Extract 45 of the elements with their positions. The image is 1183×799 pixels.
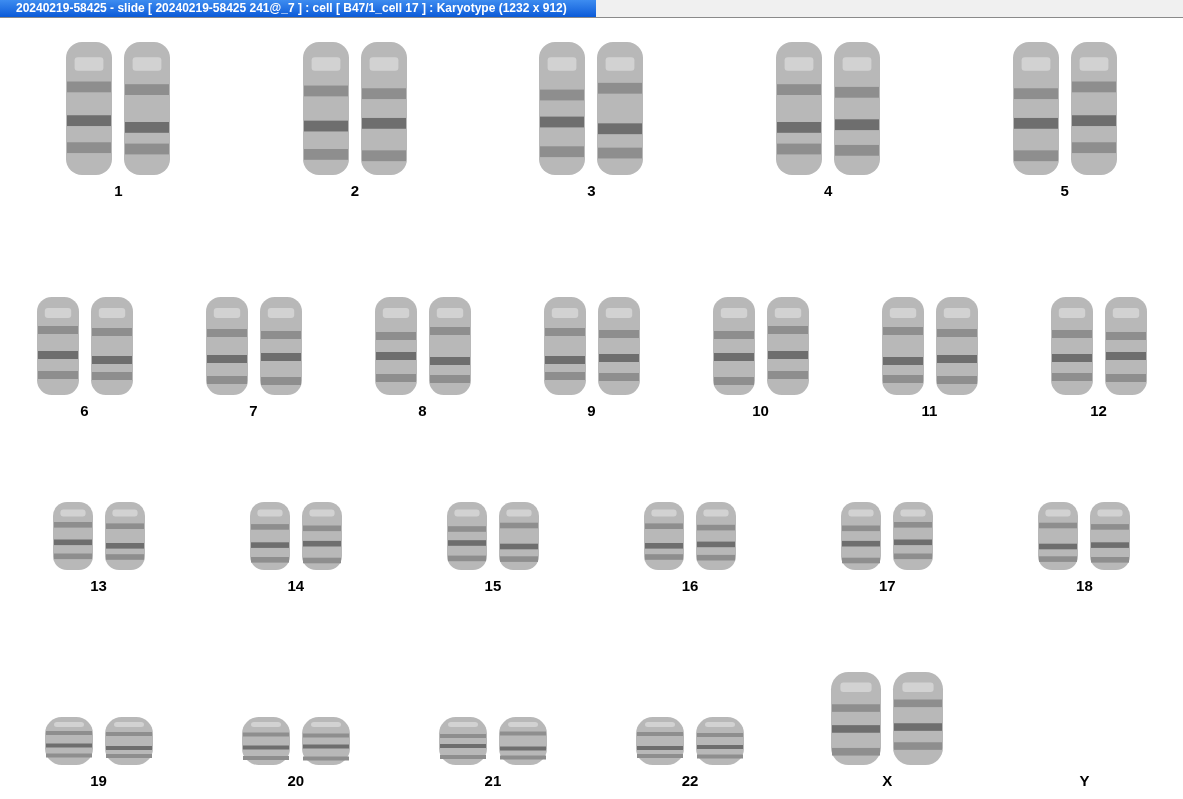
chromosome-label: 14 — [287, 577, 305, 595]
chromosome-drawing — [248, 501, 291, 571]
chromosome-drawing — [43, 716, 94, 766]
chromosome-label: X — [882, 772, 893, 790]
chromosome-drawing — [695, 501, 738, 571]
chromosome-drawing — [497, 716, 548, 766]
chromosome-label: 13 — [90, 577, 107, 595]
chromosome-label: 12 — [1090, 402, 1107, 420]
chromosome-drawing — [635, 716, 686, 766]
chromosome-drawing — [1089, 501, 1132, 571]
chromosome-label: 11 — [921, 402, 938, 420]
chromosome-label: 10 — [752, 402, 769, 420]
chromosome-drawing — [437, 716, 488, 766]
chromosome-label: 4 — [823, 182, 833, 200]
window-title: 20240219-58425 - slide [ 20240219-58425 241@_7 ] : cell [ B47/1_cell 17 ] : Karyotype (1232 x 912) — [0, 0, 596, 17]
chromosome-drawing — [103, 501, 146, 571]
chromosome-drawing — [1037, 501, 1080, 571]
chromosome-label: 8 — [418, 402, 427, 420]
chromosome-label: 15 — [484, 577, 502, 595]
chromosome-drawing — [300, 716, 351, 766]
chromosome-label: 20 — [287, 772, 305, 790]
chromosome-label: 17 — [878, 577, 896, 595]
chromosome-label: 21 — [484, 772, 502, 790]
chromosome-label: 22 — [681, 772, 699, 790]
chromosome-drawing — [445, 501, 488, 571]
chromosome-drawing — [497, 501, 540, 571]
chromosome-label: 9 — [587, 402, 596, 420]
chromosome-label: 5 — [1060, 182, 1069, 200]
chromosome-label: 19 — [90, 772, 107, 790]
chromosome-label: 1 — [114, 182, 123, 200]
chromosome-label: 2 — [350, 182, 360, 200]
chromosome-label: 16 — [681, 577, 699, 595]
chromosome-drawing — [643, 501, 686, 571]
chromosome-drawing — [892, 501, 935, 571]
chromosome-label: 3 — [587, 182, 596, 200]
chromosome-drawing — [695, 716, 746, 766]
chromosome-drawing — [103, 716, 154, 766]
chromosome-label: Y — [1079, 772, 1090, 790]
chromosome-drawing — [240, 716, 291, 766]
chromosome-label: 18 — [1076, 577, 1093, 595]
chromosome-drawing — [300, 501, 343, 571]
chromosome-drawing — [840, 501, 883, 571]
chromosome-label: 6 — [80, 402, 89, 420]
chromosome-drawing — [51, 501, 94, 571]
chromosome-label: 7 — [249, 402, 258, 420]
